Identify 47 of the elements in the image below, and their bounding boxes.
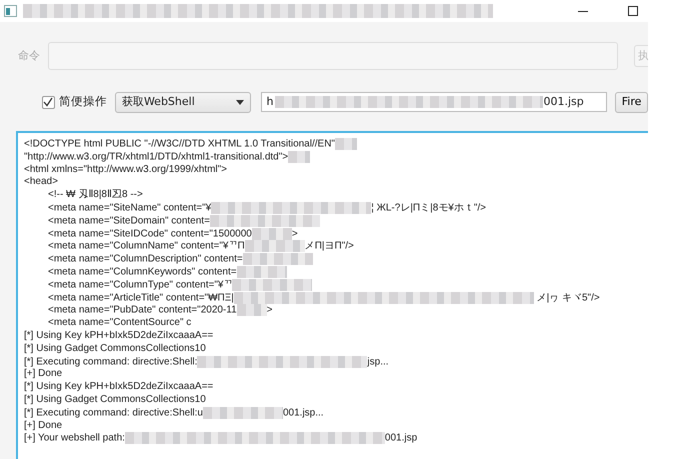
output-line: <meta name="PubDate" content="2020-11 [48,305,237,316]
redaction-mask [242,253,313,266]
output-line: <!DOCTYPE html PUBLIC "-//W3C//DTD XHTML 1.0 Transitional//EN" [24,138,335,150]
output-line: jsp... [367,356,389,368]
output-line: [+] Your webshell path: [24,432,125,444]
output-line: 001.jsp... [282,407,324,418]
output-line: <meta name="ContentSource" c [48,317,192,328]
output-line: <head> [24,176,58,188]
output-line: メ|ヮ キヾ5"/> [536,292,600,304]
output-line: [+] Done [24,368,62,380]
output-line: ¦ ЖL-?レ|Πミ|8モ¥ホｔ"/> [371,202,486,214]
output-line: <html xmlns="http://www.w3.org/1999/xhtml"> [24,164,228,175]
output-line: [*] Using Gadget CommonsCollections10 [24,394,206,405]
output-line: <meta name="SiteName" content="¥ [48,202,212,214]
url-text: h [266,94,274,110]
output-line: [*] Executing command: directive:Shell:u [24,407,203,418]
url-text: 001.jsp [543,94,584,110]
output-line: <meta name="ColumnKeywords" content= [48,266,237,278]
output-line: "http://www.w3.org/TR/xhtml1/DTD/xhtml1-transitional.dtd"> [24,151,288,162]
simple-mode-label: 简便操作 [58,93,107,110]
redaction-mask [334,138,357,150]
app-icon [4,5,17,17]
output-line: 001.jsp [384,432,418,444]
simple-mode-checkbox[interactable] [42,96,55,108]
maximize-icon[interactable] [628,6,638,16]
output-line: <meta name="ColumnName" content="¥ᄁΠ [48,241,245,252]
command-label: 命令 [18,48,40,64]
output-line: [*] Executing command: directive:Shell: [24,356,198,368]
output-line: [*] Using Gadget CommonsCollections10 [24,342,206,354]
output-line: <meta name="ArticleTitle" content="₩ΠΞ| [48,292,234,304]
caret-icon [236,100,244,104]
output-line: <meta name="ColumnType" content="¥ᄁ [48,279,232,290]
action-select[interactable]: 获取WebShell [114,92,252,112]
fire-button[interactable]: Fire [615,92,648,112]
output-line: [*] Using Key kPH+bIxk5D2deZiIxcaaaA== [24,381,214,392]
output-line: メΠ|ヨП"/> [304,241,354,252]
output-line: > [266,305,272,316]
output-line: [+] Done [24,420,62,431]
output-line: <meta name="SiteIDCode" content="1500000 [48,228,252,240]
command-field[interactable] [48,42,618,70]
output-line: <!-- ₩ 刄Ⅱ8|8Ⅱ丒8 --> [48,189,143,200]
output-line: [*] Using Key kPH+bIxk5D2deZiIxcaaaA== [24,330,214,341]
output-line: <meta name="ColumnDescription" content= [48,254,243,265]
redaction-mask [288,150,310,163]
url-field[interactable]: h 001.jsp [261,92,608,112]
output-line: > [292,228,298,240]
output-line: <meta name="SiteDomain" content= [48,215,210,226]
